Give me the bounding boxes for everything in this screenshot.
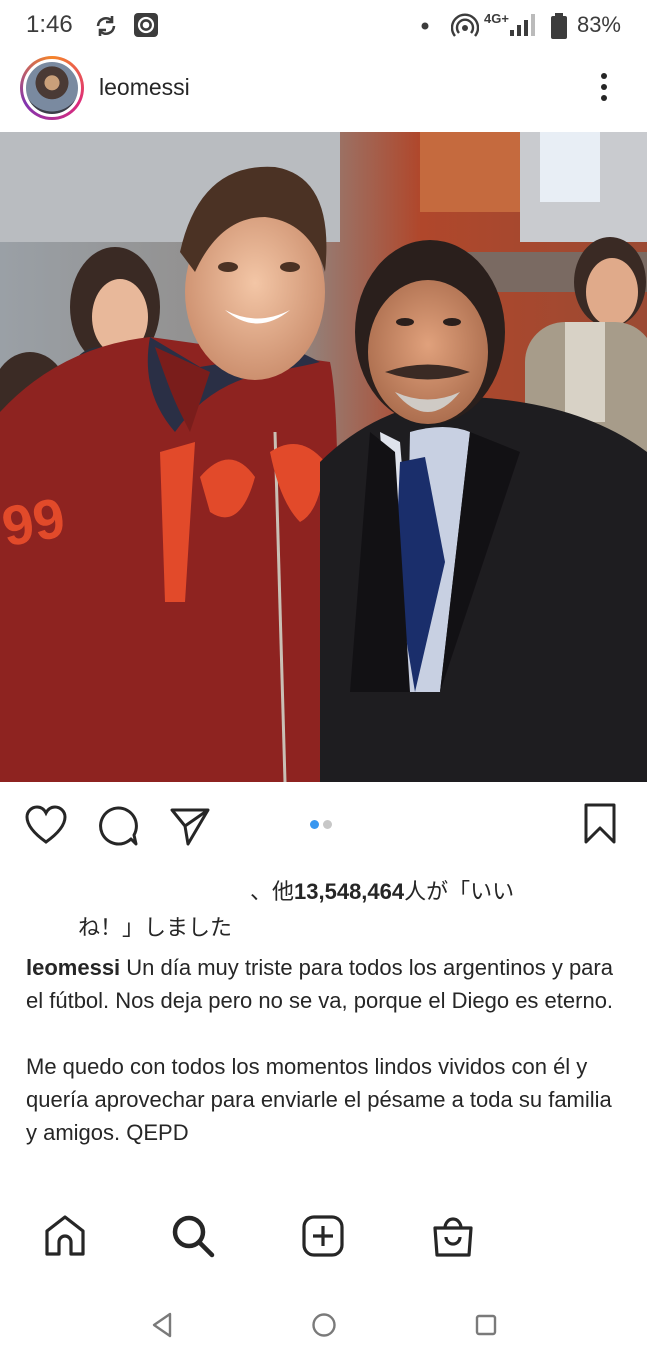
heart-icon[interactable] [24,804,68,848]
likes-prefix: 、他 [250,879,295,904]
bookmark-icon[interactable] [580,802,620,846]
notification-dot-icon [421,22,429,30]
likes-summary[interactable]: 、他13,548,464人が「いい ね！」しました [26,874,606,946]
caption-text-2: Me quedo con todos los momentos lindos v… [26,1054,612,1145]
post-username[interactable]: leomessi [99,74,190,101]
status-bar: 1:46 4G+ 83% [0,0,647,52]
search-icon[interactable] [170,1213,216,1259]
caption: leomessi Un día muy triste para todos lo… [26,951,626,1149]
sync-icon [96,16,116,36]
avatar-image [23,59,81,117]
svg-text:99: 99 [0,485,70,558]
battery-percent: 83% [576,12,621,37]
recents-icon[interactable] [472,1310,500,1340]
likes-count: 13,548,464 [294,879,405,904]
comment-icon[interactable] [96,804,140,848]
carousel-indicator [310,816,336,834]
photo-illustration: 99 [0,132,647,782]
screen-record-icon [134,13,158,37]
status-time: 1:46 [26,11,73,38]
shop-icon[interactable] [430,1213,476,1259]
signal-icon [510,14,535,36]
caption-username[interactable]: leomessi [26,955,120,980]
more-vertical-icon[interactable] [591,70,617,104]
likes-text-1: 人が「いい [404,879,515,904]
carousel-dot-active [310,820,319,829]
share-icon[interactable] [168,804,212,848]
post-header: leomessi [0,52,647,132]
post-photo[interactable]: 99 [0,132,647,782]
home-circle-icon[interactable] [310,1310,338,1340]
system-nav-bar [0,1300,647,1368]
home-icon[interactable] [42,1213,88,1259]
hotspot-icon [451,13,479,37]
avatar[interactable] [20,56,84,120]
back-icon[interactable] [148,1310,176,1340]
add-post-icon[interactable] [300,1213,346,1259]
likes-text-2: ね！」しました [78,915,233,940]
bottom-nav [0,1205,647,1275]
carousel-dot [323,820,332,829]
battery-icon [551,13,567,39]
action-bar [0,798,647,858]
